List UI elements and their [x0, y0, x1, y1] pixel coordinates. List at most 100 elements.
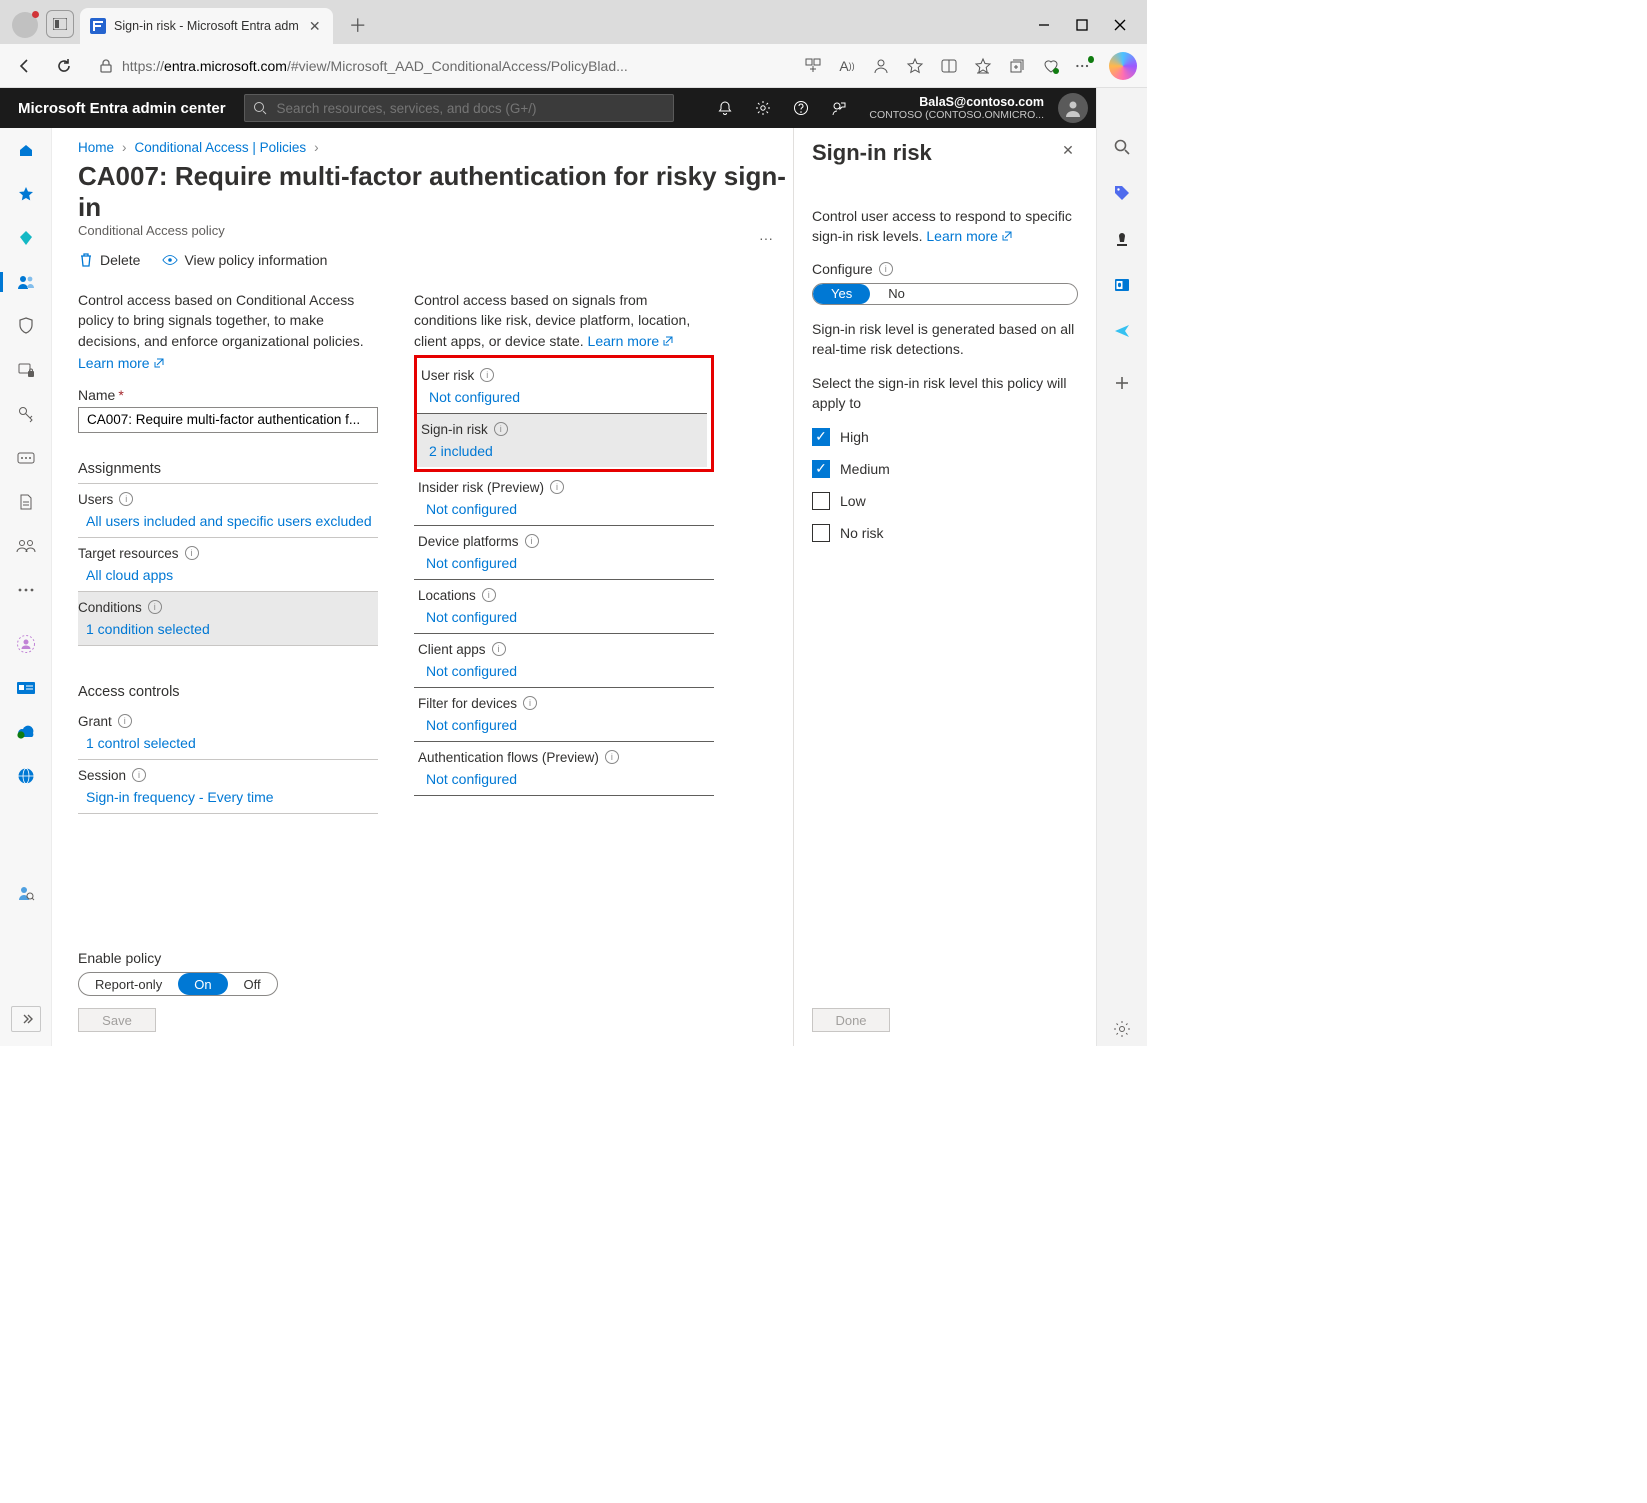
nav-ellipsis-icon[interactable] [14, 578, 38, 602]
rr-send-icon[interactable] [1111, 320, 1133, 342]
new-tab-button[interactable]: ＋ [343, 10, 373, 40]
nav-doc-icon[interactable] [14, 490, 38, 514]
info-icon[interactable]: i [605, 750, 619, 764]
condition-insider-risk[interactable]: Insider risk (Preview)i Not configured [414, 472, 714, 526]
nav-cloud-icon[interactable] [14, 720, 38, 744]
extensions-icon[interactable] [803, 56, 823, 76]
split-screen-icon[interactable] [939, 56, 959, 76]
nav-card-icon[interactable] [14, 676, 38, 700]
avatar[interactable] [1058, 93, 1088, 123]
nav-expand-button[interactable] [11, 1006, 41, 1032]
search-input[interactable] [275, 100, 665, 117]
control-session[interactable]: Sessioni Sign-in frequency - Every time [78, 760, 378, 814]
info-icon[interactable]: i [148, 600, 162, 614]
view-info-button[interactable]: View policy information [162, 252, 327, 268]
assignment-users[interactable]: Usersi All users included and specific u… [78, 484, 378, 538]
feedback-icon[interactable] [829, 98, 849, 118]
info-icon[interactable]: i [550, 480, 564, 494]
info-icon[interactable]: i [118, 714, 132, 728]
checkbox-icon[interactable]: ✓ [812, 428, 830, 446]
browser-back-icon[interactable] [10, 52, 38, 80]
checkbox-icon[interactable]: ✓ [812, 460, 830, 478]
nav-group-icon[interactable] [14, 534, 38, 558]
favorites-list-icon[interactable] [973, 56, 993, 76]
help-icon[interactable] [791, 98, 811, 118]
flyout-learn-more[interactable]: Learn more [926, 228, 1013, 244]
more-icon[interactable] [1075, 56, 1095, 76]
info-icon[interactable]: i [185, 546, 199, 560]
tab-close-icon[interactable]: ✕ [307, 18, 323, 34]
nav-home-icon[interactable] [14, 138, 38, 162]
portal-search[interactable] [244, 94, 674, 122]
site-lock-icon[interactable] [98, 58, 114, 74]
health-icon[interactable] [1041, 56, 1061, 76]
enable-policy-toggle[interactable]: Report-only On Off [78, 972, 278, 996]
portal-brand[interactable]: Microsoft Entra admin center [0, 100, 244, 117]
nav-person-search-icon[interactable] [14, 881, 38, 905]
info-icon[interactable]: i [132, 768, 146, 782]
browser-refresh-icon[interactable] [50, 52, 78, 80]
nav-circle-user-icon[interactable] [14, 632, 38, 656]
info-icon[interactable]: i [494, 422, 508, 436]
flyout-close-icon[interactable]: ✕ [1058, 140, 1078, 160]
more-actions-icon[interactable]: ··· [759, 230, 793, 246]
info-icon[interactable]: i [482, 588, 496, 602]
save-button[interactable]: Save [78, 1008, 156, 1032]
browser-tab[interactable]: Sign-in risk - Microsoft Entra adm ✕ [80, 8, 333, 44]
learn-more-link-2[interactable]: Learn more [588, 333, 675, 349]
address-bar[interactable]: https://entra.microsoft.com/#view/Micros… [90, 50, 791, 82]
rr-search-icon[interactable] [1111, 136, 1133, 158]
browser-profile[interactable] [12, 12, 38, 38]
learn-more-link[interactable]: Learn more [78, 355, 165, 371]
read-aloud-icon[interactable]: A)) [837, 56, 857, 76]
assignment-conditions[interactable]: Conditionsi 1 condition selected [78, 592, 378, 646]
checkbox-icon[interactable] [812, 492, 830, 510]
window-close-icon[interactable] [1113, 18, 1127, 32]
rr-tag-icon[interactable] [1111, 182, 1133, 204]
condition-signin-risk[interactable]: Sign-in riski 2 included [417, 414, 707, 467]
info-icon[interactable]: i [492, 642, 506, 656]
info-icon[interactable]: i [480, 368, 494, 382]
condition-locations[interactable]: Locationsi Not configured [414, 580, 714, 634]
policy-name-input[interactable] [78, 407, 378, 433]
condition-client-apps[interactable]: Client appsi Not configured [414, 634, 714, 688]
crumb-ca[interactable]: Conditional Access | Policies [135, 140, 307, 155]
window-minimize-icon[interactable] [1037, 18, 1051, 32]
settings-gear-icon[interactable] [753, 98, 773, 118]
nav-app-icon[interactable] [14, 446, 38, 470]
condition-auth-flows[interactable]: Authentication flows (Preview)i Not conf… [414, 742, 714, 796]
risk-low[interactable]: Low [812, 492, 1078, 510]
condition-device-platforms[interactable]: Device platformsi Not configured [414, 526, 714, 580]
rr-chess-icon[interactable] [1111, 228, 1133, 250]
copilot-icon[interactable] [1109, 52, 1137, 80]
condition-user-risk[interactable]: User riski Not configured [417, 360, 707, 414]
favorite-star-icon[interactable] [905, 56, 925, 76]
risk-medium[interactable]: ✓Medium [812, 460, 1078, 478]
done-button[interactable]: Done [812, 1008, 890, 1032]
condition-filter-devices[interactable]: Filter for devicesi Not configured [414, 688, 714, 742]
nav-favorites-icon[interactable] [14, 182, 38, 206]
configure-toggle[interactable]: Yes No [812, 283, 1078, 305]
control-grant[interactable]: Granti 1 control selected [78, 706, 378, 760]
risk-high[interactable]: ✓High [812, 428, 1078, 446]
rr-outlook-icon[interactable] [1111, 274, 1133, 296]
info-icon[interactable]: i [879, 262, 893, 276]
info-icon[interactable]: i [525, 534, 539, 548]
nav-shield-icon[interactable] [14, 314, 38, 338]
risk-none[interactable]: No risk [812, 524, 1078, 542]
nav-users-icon[interactable] [14, 270, 38, 294]
tab-actions[interactable] [46, 10, 74, 38]
crumb-home[interactable]: Home [78, 140, 114, 155]
assignment-target[interactable]: Target resourcesi All cloud apps [78, 538, 378, 592]
info-icon[interactable]: i [119, 492, 133, 506]
collections-icon[interactable] [1007, 56, 1027, 76]
nav-key-icon[interactable] [14, 402, 38, 426]
account-icon[interactable] [871, 56, 891, 76]
checkbox-icon[interactable] [812, 524, 830, 542]
nav-globe-icon[interactable] [14, 764, 38, 788]
info-icon[interactable]: i [523, 696, 537, 710]
rr-settings-icon[interactable] [1111, 1024, 1133, 1046]
notifications-icon[interactable] [715, 98, 735, 118]
rr-plus-icon[interactable] [1111, 372, 1133, 394]
nav-diamond-icon[interactable] [14, 226, 38, 250]
